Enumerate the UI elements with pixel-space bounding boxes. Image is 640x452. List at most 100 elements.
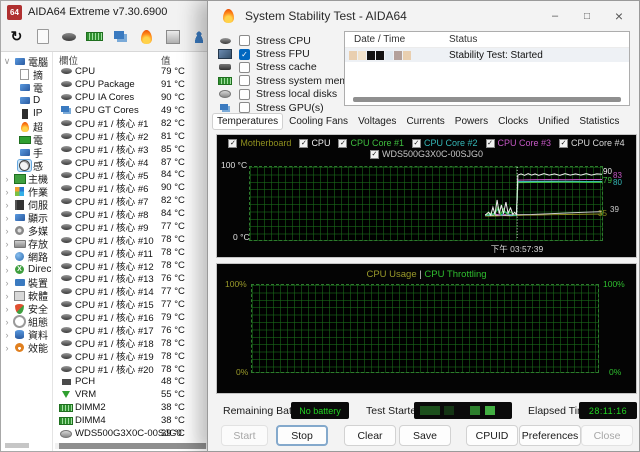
status-log-row[interactable]: Stability Test: Started	[345, 48, 629, 62]
refresh-icon[interactable]	[8, 28, 25, 45]
sensor-row[interactable]: CPU79 °C	[53, 65, 209, 78]
tree-expander-icon[interactable]: ›	[3, 291, 11, 301]
maximize-button[interactable]	[571, 1, 603, 31]
sensor-row[interactable]: CPU #1 / 核心 #1978 °C	[53, 350, 209, 363]
tree-expander-icon[interactable]: ›	[3, 252, 11, 262]
sensor-row[interactable]: CPU #1 / 核心 #1577 °C	[53, 298, 209, 311]
tree-subitem-0[interactable]: 摘	[1, 68, 52, 81]
sensor-row[interactable]: CPU GT Cores49 °C	[53, 104, 209, 117]
list-scrollbar-thumb[interactable]	[59, 443, 206, 449]
status-log-panel: Date / Time Status Stability Test: Start…	[344, 31, 630, 106]
save-button[interactable]: Save	[399, 425, 451, 446]
tree-expander-icon[interactable]: ›	[3, 317, 11, 327]
memory-icon[interactable]	[86, 28, 103, 45]
minimize-button[interactable]	[539, 1, 571, 31]
sensor-row[interactable]: DIMM238 °C	[53, 401, 209, 414]
flame-icon[interactable]	[138, 28, 155, 45]
tree-expander-icon[interactable]: ›	[3, 226, 11, 236]
user-icon[interactable]	[190, 28, 207, 45]
tree-item-6[interactable]: ›網路	[1, 250, 52, 263]
sensor-row[interactable]: CPU #1 / 核心 #1679 °C	[53, 311, 209, 324]
sensor-row[interactable]: CPU #1 / 核心 #782 °C	[53, 194, 209, 207]
sensor-row[interactable]: CPU #1 / 核心 #1078 °C	[53, 233, 209, 246]
sensor-row[interactable]: CPU #1 / 核心 #1878 °C	[53, 337, 209, 350]
legend-checkbox[interactable]: ✓	[412, 139, 421, 148]
sensor-list-header[interactable]: 欄位 值	[53, 52, 209, 65]
stress-checkbox[interactable]: ✓	[239, 49, 250, 60]
tree-expander-icon[interactable]: ›	[3, 239, 11, 249]
main-titlebar[interactable]: 64 AIDA64 Extreme v7.30.6900	[1, 1, 209, 23]
stress-checkbox[interactable]	[239, 75, 250, 86]
tab-currents[interactable]: Currents	[402, 114, 448, 129]
tree-subitem-4[interactable]: 超	[1, 120, 52, 133]
tab-statistics[interactable]: Statistics	[575, 114, 623, 129]
tree-item-13[interactable]: ›效能	[1, 341, 52, 354]
tree-expander-icon[interactable]: ›	[3, 200, 11, 210]
tab-voltages[interactable]: Voltages	[354, 114, 400, 129]
sensor-row[interactable]: PCH48 °C	[53, 376, 209, 389]
legend-checkbox[interactable]: ✓	[338, 139, 347, 148]
tab-powers[interactable]: Powers	[451, 114, 492, 129]
sensor-row[interactable]: CPU #1 / 核心 #1178 °C	[53, 246, 209, 259]
tab-unified[interactable]: Unified	[534, 114, 573, 129]
display-icon[interactable]	[112, 28, 129, 45]
tree-subitem-1[interactable]: 電	[1, 81, 52, 94]
sensor-row[interactable]: CPU Package91 °C	[53, 78, 209, 91]
sensor-row[interactable]: CPU #1 / 核心 #1278 °C	[53, 259, 209, 272]
tree-item-computer[interactable]: ∨電腦	[1, 55, 52, 68]
tree-expander-icon[interactable]: ›	[3, 278, 11, 288]
sensor-row[interactable]: CPU #1 / 核心 #690 °C	[53, 181, 209, 194]
sensor-row[interactable]: CPU #1 / 核心 #584 °C	[53, 169, 209, 182]
tab-clocks[interactable]: Clocks	[494, 114, 532, 129]
tree-horizontal-scrollbar[interactable]	[5, 443, 29, 448]
tree-expander-icon[interactable]: ›	[3, 304, 11, 314]
sensor-row[interactable]: CPU #1 / 核心 #1477 °C	[53, 285, 209, 298]
tree-expander-icon[interactable]: ›	[3, 265, 11, 275]
sensor-row[interactable]: VRM55 °C	[53, 388, 209, 401]
sensor-row[interactable]: CPU #1 / 核心 #1376 °C	[53, 272, 209, 285]
bench-icon[interactable]	[164, 28, 181, 45]
legend-checkbox[interactable]: ✓	[559, 139, 568, 148]
legend-checkbox[interactable]: ✓	[486, 139, 495, 148]
tree-subitem-5[interactable]: 電	[1, 133, 52, 146]
tree-expander-icon[interactable]: ›	[3, 213, 11, 223]
report-icon[interactable]	[34, 28, 51, 45]
tree-subitem-2[interactable]: D	[1, 94, 52, 107]
tree-subitem-6[interactable]: 手	[1, 146, 52, 159]
sensor-row[interactable]: WDS500G3X0C-00SJG039 °C	[53, 427, 209, 440]
stress-checkbox[interactable]	[239, 89, 250, 100]
sensor-row[interactable]: CPU #1 / 核心 #1776 °C	[53, 324, 209, 337]
stop-button[interactable]: Stop	[276, 425, 328, 446]
tree-expander-icon[interactable]: ∨	[3, 56, 11, 67]
stress-checkbox[interactable]	[239, 102, 250, 113]
preferences-button[interactable]: Preferences	[519, 425, 581, 446]
close-button[interactable]	[603, 1, 635, 31]
cpu-icon[interactable]	[60, 28, 77, 45]
stress-checkbox[interactable]	[239, 35, 250, 46]
stress-checkbox[interactable]	[239, 62, 250, 73]
sensor-row[interactable]: CPU #1 / 核心 #182 °C	[53, 117, 209, 130]
tree-expander-icon[interactable]: ›	[3, 187, 11, 197]
sensor-row[interactable]: CPU #1 / 核心 #281 °C	[53, 130, 209, 143]
legend-checkbox[interactable]: ✓	[370, 150, 379, 159]
aida64-main-window: 64 AIDA64 Extreme v7.30.6900 ∨電腦 摘電DIP超電…	[0, 0, 210, 452]
sensor-row[interactable]: DIMM438 °C	[53, 414, 209, 427]
sensor-row[interactable]: CPU #1 / 核心 #385 °C	[53, 143, 209, 156]
tab-temperatures[interactable]: Temperatures	[212, 113, 283, 130]
status-scrollbar-thumb[interactable]	[353, 97, 621, 102]
legend-checkbox[interactable]: ✓	[228, 139, 237, 148]
sensor-row[interactable]: CPU IA Cores90 °C	[53, 91, 209, 104]
sensor-row[interactable]: CPU #1 / 核心 #487 °C	[53, 156, 209, 169]
sensor-row[interactable]: CPU #1 / 核心 #2078 °C	[53, 363, 209, 376]
sensor-row[interactable]: CPU #1 / 核心 #977 °C	[53, 220, 209, 233]
status-log-header[interactable]: Date / Time Status	[345, 32, 629, 48]
tree-expander-icon[interactable]: ›	[3, 343, 11, 353]
sensor-row[interactable]: CPU #1 / 核心 #884 °C	[53, 207, 209, 220]
tree-expander-icon[interactable]: ›	[3, 330, 11, 340]
cpuid-button[interactable]: CPUID	[466, 425, 518, 446]
tab-cooling-fans[interactable]: Cooling Fans	[285, 114, 352, 129]
clear-button[interactable]: Clear	[344, 425, 396, 446]
tree-subitem-3[interactable]: IP	[1, 107, 52, 120]
tree-expander-icon[interactable]: ›	[3, 174, 11, 184]
legend-checkbox[interactable]: ✓	[299, 139, 308, 148]
